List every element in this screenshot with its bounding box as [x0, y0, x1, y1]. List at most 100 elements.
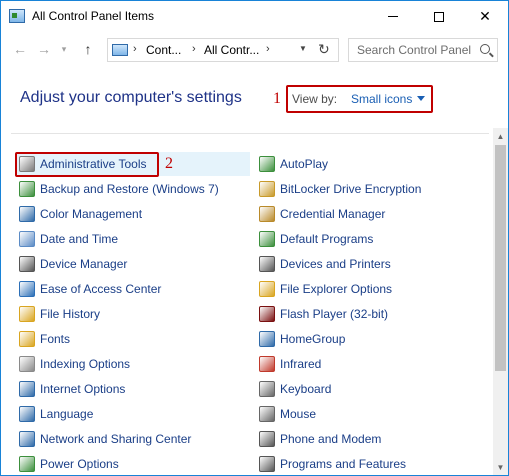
- control-panel-item-label[interactable]: Phone and Modem: [280, 432, 381, 446]
- control-panel-icon: [9, 9, 25, 23]
- control-panel-item-label[interactable]: Ease of Access Center: [40, 282, 161, 296]
- scroll-down-button[interactable]: ▼: [493, 459, 508, 475]
- control-panel-item-label[interactable]: Network and Sharing Center: [40, 432, 191, 446]
- control-panel-item[interactable]: Programs and Features: [259, 454, 406, 474]
- control-panel-item[interactable]: Administrative Tools: [19, 154, 147, 174]
- folder-options-icon: [259, 281, 275, 297]
- breadcrumb-all-items[interactable]: All Contr...: [204, 43, 259, 57]
- control-panel-item[interactable]: Devices and Printers: [259, 254, 391, 274]
- control-panel-item[interactable]: Phone and Modem: [259, 429, 381, 449]
- network-icon: [19, 431, 35, 447]
- control-panel-item-label[interactable]: Mouse: [280, 407, 316, 421]
- control-panel-item-label[interactable]: Credential Manager: [280, 207, 385, 221]
- title-bar: All Control Panel Items ✕: [1, 1, 508, 32]
- keyboard-icon: [259, 381, 275, 397]
- control-panel-item-label[interactable]: Backup and Restore (Windows 7): [40, 182, 219, 196]
- window-title: All Control Panel Items: [32, 9, 155, 23]
- maximize-icon: [434, 11, 444, 22]
- control-panel-item-label[interactable]: Power Options: [40, 457, 119, 471]
- view-by-label: View by:: [292, 92, 338, 106]
- default-programs-icon: [259, 231, 275, 247]
- control-panel-item-label[interactable]: Flash Player (32-bit): [280, 307, 388, 321]
- control-panel-item-label[interactable]: Default Programs: [280, 232, 373, 246]
- control-panel-item[interactable]: Default Programs: [259, 229, 373, 249]
- internet-options-icon: [19, 381, 35, 397]
- control-panel-item-label[interactable]: AutoPlay: [280, 157, 328, 171]
- control-panel-item[interactable]: HomeGroup: [259, 329, 345, 349]
- maximize-button[interactable]: [416, 1, 462, 32]
- search-box[interactable]: Search Control Panel: [348, 38, 498, 62]
- control-panel-item-label[interactable]: Device Manager: [40, 257, 127, 271]
- phone-icon: [259, 431, 275, 447]
- mouse-icon: [259, 406, 275, 422]
- control-panel-item-label[interactable]: Fonts: [40, 332, 70, 346]
- page-heading: Adjust your computer's settings: [20, 89, 242, 106]
- control-panel-item[interactable]: Ease of Access Center: [19, 279, 161, 299]
- minimize-icon: [388, 16, 398, 17]
- device-manager-icon: [19, 256, 35, 272]
- header-divider: [11, 133, 489, 134]
- control-panel-item[interactable]: Power Options: [19, 454, 119, 474]
- control-panel-item[interactable]: Color Management: [19, 204, 142, 224]
- view-by-dropdown[interactable]: Small icons: [351, 92, 412, 106]
- control-panel-item[interactable]: Date and Time: [19, 229, 118, 249]
- breadcrumb-separator-icon[interactable]: ›: [192, 43, 196, 55]
- minimize-button[interactable]: [370, 1, 416, 32]
- control-panel-item[interactable]: Indexing Options: [19, 354, 130, 374]
- forward-button[interactable]: →: [33, 38, 55, 60]
- navigation-bar: ← → ▾ ↑ › Cont... › All Contr... › ▼ ↻ S…: [1, 32, 508, 66]
- color-management-icon: [19, 206, 35, 222]
- address-bar[interactable]: › Cont... › All Contr... › ▼ ↻: [107, 38, 339, 62]
- control-panel-item[interactable]: Credential Manager: [259, 204, 385, 224]
- search-input[interactable]: Search Control Panel: [357, 43, 471, 57]
- credential-icon: [259, 206, 275, 222]
- control-panel-item-label[interactable]: Administrative Tools: [40, 157, 147, 171]
- breadcrumb-control-panel[interactable]: Cont...: [146, 43, 181, 57]
- refresh-icon[interactable]: ↻: [318, 41, 330, 58]
- control-panel-icon: [112, 44, 128, 56]
- breadcrumb-separator-icon[interactable]: ›: [133, 43, 137, 55]
- control-panel-item[interactable]: Internet Options: [19, 379, 125, 399]
- control-panel-item[interactable]: Network and Sharing Center: [19, 429, 191, 449]
- view-by-dropdown-arrow-icon[interactable]: [417, 96, 425, 101]
- close-button[interactable]: ✕: [462, 1, 508, 32]
- address-history-dropdown-icon[interactable]: ▼: [299, 44, 307, 53]
- printer-icon: [259, 256, 275, 272]
- control-panel-item-label[interactable]: File Explorer Options: [280, 282, 392, 296]
- control-panel-item[interactable]: Keyboard: [259, 379, 331, 399]
- control-panel-item-label[interactable]: Devices and Printers: [280, 257, 391, 271]
- control-panel-item-label[interactable]: HomeGroup: [280, 332, 345, 346]
- control-panel-item[interactable]: Device Manager: [19, 254, 127, 274]
- recent-locations-button[interactable]: ▾: [57, 38, 71, 60]
- control-panel-item-label[interactable]: Indexing Options: [40, 357, 130, 371]
- scroll-down-arrow-icon: ▼: [496, 462, 505, 472]
- scroll-up-button[interactable]: ▲: [493, 128, 508, 144]
- control-panel-item-label[interactable]: BitLocker Drive Encryption: [280, 182, 421, 196]
- control-panel-item-label[interactable]: Color Management: [40, 207, 142, 221]
- control-panel-item[interactable]: BitLocker Drive Encryption: [259, 179, 421, 199]
- control-panel-item[interactable]: Mouse: [259, 404, 316, 424]
- control-panel-item[interactable]: File History: [19, 304, 100, 324]
- control-panel-item[interactable]: File Explorer Options: [259, 279, 392, 299]
- scrollbar-thumb[interactable]: [495, 145, 506, 371]
- search-icon[interactable]: [480, 44, 490, 54]
- language-icon: [19, 406, 35, 422]
- control-panel-item[interactable]: Language: [19, 404, 93, 424]
- control-panel-item-label[interactable]: Infrared: [280, 357, 321, 371]
- control-panel-item[interactable]: Infrared: [259, 354, 321, 374]
- control-panel-item-label[interactable]: Internet Options: [40, 382, 125, 396]
- control-panel-item-label[interactable]: Keyboard: [280, 382, 331, 396]
- control-panel-item-label[interactable]: Programs and Features: [280, 457, 406, 471]
- control-panel-item-label[interactable]: File History: [40, 307, 100, 321]
- breadcrumb-separator-icon[interactable]: ›: [266, 43, 270, 55]
- control-panel-item[interactable]: Flash Player (32-bit): [259, 304, 388, 324]
- control-panel-item[interactable]: AutoPlay: [259, 154, 328, 174]
- back-button[interactable]: ←: [9, 38, 31, 60]
- chevron-down-icon: ▾: [61, 43, 67, 54]
- control-panel-item[interactable]: Backup and Restore (Windows 7): [19, 179, 219, 199]
- up-button[interactable]: ↑: [77, 38, 99, 60]
- control-panel-item[interactable]: Fonts: [19, 329, 70, 349]
- control-panel-item-label[interactable]: Language: [40, 407, 93, 421]
- bitlocker-icon: [259, 181, 275, 197]
- control-panel-item-label[interactable]: Date and Time: [40, 232, 118, 246]
